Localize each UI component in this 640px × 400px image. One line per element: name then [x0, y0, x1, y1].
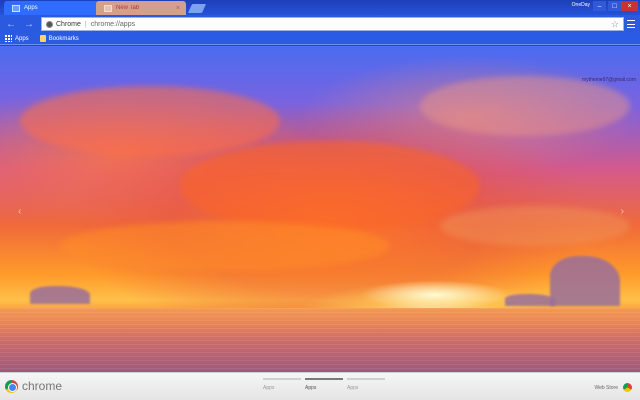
- web-store-icon: [623, 383, 632, 392]
- tab-strip: Apps × New Tab × OneDay – □ ×: [0, 0, 640, 15]
- toolbar: ← → ↻ Chrome | chrome://apps ☆: [0, 15, 640, 33]
- page-tab-bar: [263, 378, 301, 380]
- web-store-label: Web Store: [594, 384, 618, 391]
- page-favicon-icon: [104, 4, 112, 12]
- brand-text: chrome: [22, 379, 63, 393]
- page-tab-label: Apps: [305, 385, 317, 391]
- apps-page: mytheme97@gmail.com ‹ ›: [0, 46, 640, 372]
- apps-favicon-icon: [12, 4, 20, 12]
- apps-footer: chrome Apps Apps Apps Web Store: [0, 372, 640, 400]
- omnibox-url[interactable]: chrome://apps: [91, 21, 135, 28]
- bookmarks-bar: Apps Bookmarks: [0, 33, 640, 45]
- page-tab-bar: [305, 378, 343, 380]
- next-page-arrow[interactable]: ›: [621, 206, 624, 217]
- back-button[interactable]: ←: [4, 17, 18, 31]
- forward-button[interactable]: →: [22, 17, 36, 31]
- chrome-logo-icon: [5, 379, 18, 393]
- sea: [0, 308, 640, 372]
- chrome-page-icon: [46, 20, 53, 28]
- account-email[interactable]: mytheme97@gmail.com: [582, 77, 636, 83]
- cloud: [440, 206, 630, 246]
- page-tab-3[interactable]: Apps: [347, 378, 385, 391]
- new-tab-button[interactable]: [187, 4, 207, 13]
- omnibox[interactable]: Chrome | chrome://apps ☆: [41, 17, 624, 31]
- tab-label: New Tab: [116, 5, 140, 11]
- page-tab-2[interactable]: Apps: [305, 378, 343, 391]
- menu-icon[interactable]: [626, 18, 636, 30]
- cloud: [60, 221, 390, 271]
- window-close-button[interactable]: ×: [621, 1, 638, 11]
- page-tab-label: Apps: [347, 385, 359, 391]
- sun-glow: [360, 280, 510, 310]
- cloud: [20, 86, 280, 156]
- distant-cloud: [550, 256, 620, 306]
- omnibox-site: Chrome: [56, 20, 81, 28]
- tab-close-icon[interactable]: ×: [176, 5, 180, 12]
- distant-cloud: [505, 294, 555, 306]
- web-store-link[interactable]: Web Store: [594, 383, 632, 392]
- omnibox-separator: |: [84, 20, 87, 28]
- tab-new-tab[interactable]: New Tab ×: [96, 1, 186, 15]
- page-tab-1[interactable]: Apps: [263, 378, 301, 391]
- chrome-brand: chrome: [5, 379, 62, 393]
- bookmark-star-icon[interactable]: ☆: [611, 19, 619, 30]
- bookmark-label: Apps: [15, 35, 29, 42]
- folder-icon: [39, 35, 46, 42]
- page-switcher: Apps Apps Apps: [263, 378, 389, 391]
- previous-page-arrow[interactable]: ‹: [18, 206, 21, 217]
- profile-name[interactable]: OneDay: [572, 2, 590, 8]
- maximize-button[interactable]: □: [608, 1, 621, 11]
- apps-grid-icon: [5, 35, 12, 42]
- bookmark-bookmarks[interactable]: Bookmarks: [39, 35, 79, 42]
- minimize-button[interactable]: –: [593, 1, 606, 11]
- page-tab-label: Apps: [263, 385, 275, 391]
- cloud: [180, 141, 480, 231]
- cloud: [420, 76, 630, 136]
- bookmark-apps[interactable]: Apps: [5, 35, 29, 42]
- bookmark-label: Bookmarks: [48, 35, 79, 42]
- distant-cloud: [30, 286, 90, 304]
- page-tab-bar: [347, 378, 385, 380]
